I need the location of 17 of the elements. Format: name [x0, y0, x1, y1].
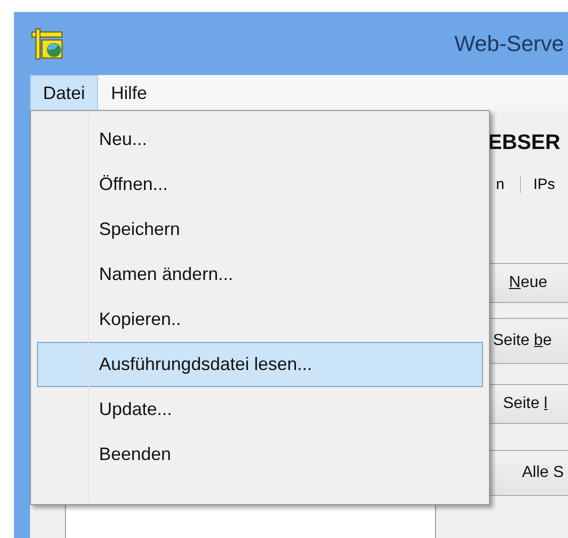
- section-heading: EBSER: [487, 131, 562, 155]
- menu-item[interactable]: Öffnen...: [37, 162, 483, 207]
- menu-item[interactable]: Kopieren..: [37, 297, 483, 342]
- menu-title[interactable]: Datei: [30, 75, 98, 111]
- window-title: Web-Serve: [454, 30, 564, 56]
- menu-item[interactable]: Beenden: [37, 432, 483, 477]
- action-button[interactable]: Seite be: [488, 318, 568, 364]
- tab[interactable]: IPs: [521, 176, 568, 192]
- menu-item[interactable]: Namen ändern...: [37, 252, 483, 297]
- menu-title[interactable]: Hilfe: [98, 75, 160, 111]
- tab[interactable]: n: [496, 176, 522, 192]
- menu-item[interactable]: Neu...: [37, 117, 483, 162]
- action-button[interactable]: Seite l: [488, 384, 568, 424]
- action-button[interactable]: Neue: [488, 263, 568, 303]
- menu-item[interactable]: Speichern: [37, 207, 483, 252]
- menu-item[interactable]: Update...: [37, 387, 483, 432]
- menu-item[interactable]: Ausführungdsdatei lesen...: [37, 342, 483, 387]
